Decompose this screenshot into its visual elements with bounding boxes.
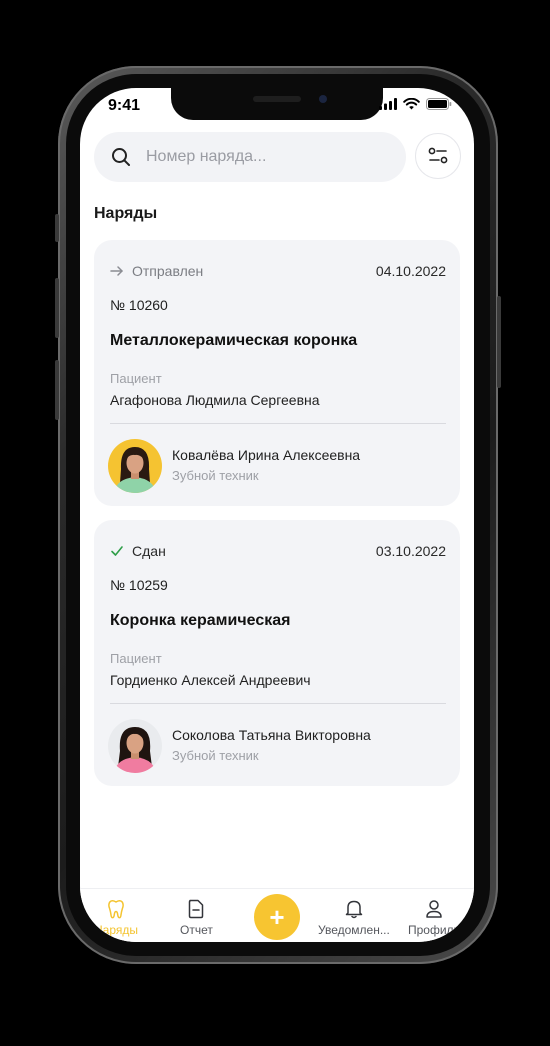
patient-name: Гордиенко Алексей Андреевич [110,672,311,688]
nav-item-notifications[interactable]: Уведомлен... [318,899,390,937]
card-divider [110,423,446,424]
section-title: Наряды [94,205,158,222]
bottom-nav: Наряды Отчет + Уведомлен... Профиль [80,888,474,942]
notch [171,88,383,120]
order-number: № 10259 [110,577,168,593]
phone-screen: 9:41 Нар [80,88,474,942]
order-card[interactable]: Отправлен 04.10.2022 № 10260 Металлокера… [94,240,460,506]
nav-item-report[interactable]: Отчет [180,899,213,937]
order-date: 03.10.2022 [375,543,446,559]
nav-label: Наряды [94,923,139,937]
order-number: № 10260 [110,297,168,313]
order-status: Отправлен [110,263,203,279]
nav-label: Отчет [180,923,213,937]
document-icon [189,899,204,919]
signal-icon [379,98,397,110]
technician-role: Зубной техник [172,748,259,763]
order-status-text: Сдан [132,543,166,559]
search-input[interactable] [144,147,388,167]
technician-avatar [108,439,162,493]
nav-item-profile[interactable]: Профиль [408,899,460,937]
search-bar[interactable] [94,132,406,182]
nav-item-orders[interactable]: Наряды [94,899,138,937]
add-order-button[interactable]: + [254,894,300,940]
technician-name: Соколова Татьяна Викторовна [172,727,371,743]
speaker-grille [253,96,301,102]
status-time: 9:41 [108,97,141,114]
filter-icon [428,147,448,164]
mute-switch [55,214,59,242]
check-icon [111,546,123,556]
order-card[interactable]: Сдан 03.10.2022 № 10259 Коронка керамиче… [94,520,460,786]
technician-name: Ковалёва Ирина Алексеевна [172,447,361,463]
nav-label: Профиль [408,923,460,937]
volume-up-button [55,278,59,338]
search-icon [112,148,130,166]
order-date: 04.10.2022 [375,263,446,279]
volume-down-button [55,360,59,420]
technician-role: Зубной техник [172,468,259,483]
order-status: Сдан [110,543,166,559]
battery-icon [426,98,452,110]
wifi-icon [403,98,420,110]
front-camera [319,95,327,103]
bell-icon [345,900,363,919]
nav-label: Уведомлен... [318,923,390,937]
order-title: Коронка керамическая [110,612,291,629]
technician-avatar [108,719,162,773]
tooth-icon [108,900,124,919]
patient-name: Агафонова Людмила Сергеевна [110,392,320,408]
arrow-right-icon [110,266,123,276]
patient-label: Пациент [110,651,162,666]
user-icon [426,900,442,918]
avatar-photo [108,439,162,493]
order-status-text: Отправлен [132,263,204,279]
filter-button[interactable] [415,133,461,179]
order-title: Металлокерамическая коронка [110,332,358,349]
avatar-photo [108,719,162,773]
card-divider [110,703,446,704]
patient-label: Пациент [110,371,162,386]
power-button [497,296,501,388]
status-icons [379,98,452,110]
